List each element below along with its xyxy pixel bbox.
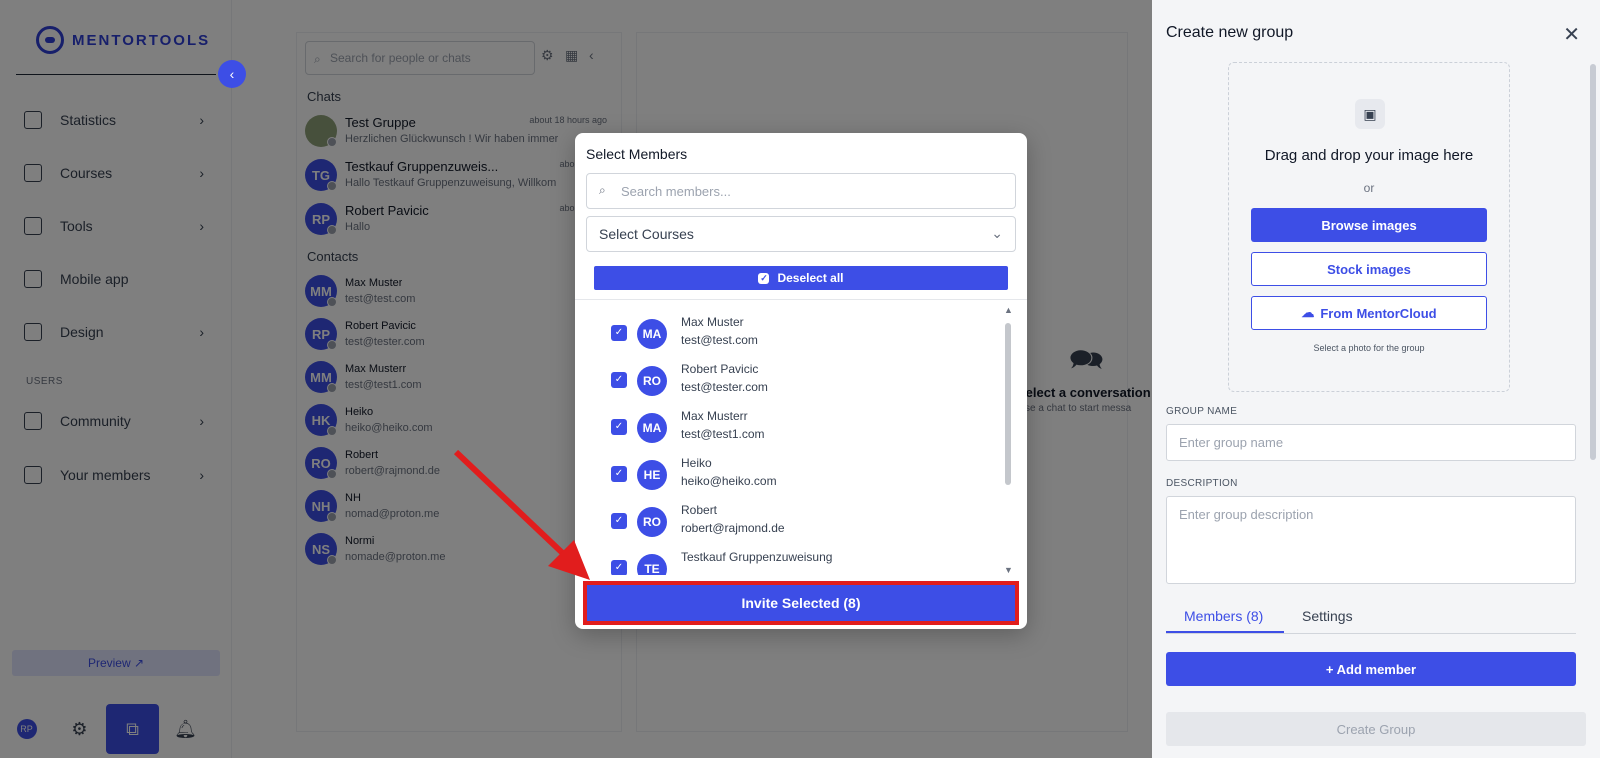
checkbox-icon: ✓: [758, 272, 770, 284]
add-member-button[interactable]: + Add member: [1166, 652, 1576, 686]
search-icon: ⌕: [599, 183, 606, 197]
description-textarea[interactable]: Enter group description: [1166, 496, 1576, 584]
member-search-input[interactable]: Search members...: [586, 173, 1016, 209]
member-checkbox[interactable]: ✓: [611, 419, 627, 435]
member-checkbox[interactable]: ✓: [611, 325, 627, 341]
member-email: test@test1.com: [681, 427, 765, 441]
avatar: TE: [637, 554, 667, 575]
active-tab-indicator: [1166, 631, 1284, 633]
member-row[interactable]: ✓ MA Max Musterr test@test1.com: [611, 407, 991, 453]
browse-images-button[interactable]: Browse images: [1251, 208, 1487, 242]
collapse-sidebar-button[interactable]: ‹: [218, 60, 246, 88]
tab-settings[interactable]: Settings: [1302, 608, 1353, 624]
avatar: HE: [637, 460, 667, 490]
member-name: Max Musterr: [681, 409, 748, 423]
deselect-all-button[interactable]: ✓ Deselect all: [594, 266, 1008, 290]
member-email: robert@rajmond.de: [681, 521, 785, 535]
description-label: DESCRIPTION: [1166, 478, 1238, 489]
member-email: test@test.com: [681, 333, 758, 347]
member-row[interactable]: ✓ RO Robert robert@rajmond.de: [611, 501, 991, 547]
member-checkbox[interactable]: ✓: [611, 513, 627, 529]
scroll-down-arrow-icon[interactable]: ▼: [1004, 565, 1013, 575]
group-name-input[interactable]: Enter group name: [1166, 424, 1576, 461]
scroll-up-arrow-icon[interactable]: ▲: [1004, 305, 1013, 315]
member-name: Heiko: [681, 456, 712, 470]
member-list: ✓ MA Max Muster test@test.com ✓ RO Rober…: [575, 305, 1027, 575]
member-checkbox[interactable]: ✓: [611, 372, 627, 388]
select-courses-value: Select Courses: [599, 226, 694, 242]
member-row[interactable]: ✓ RO Robert Pavicic test@tester.com: [611, 360, 991, 406]
image-icon: ▣: [1355, 99, 1385, 129]
close-icon[interactable]: ✕: [1563, 22, 1580, 47]
member-name: Testkauf Gruppenzuweisung: [681, 550, 833, 564]
dropzone-text: Drag and drop your image here: [1264, 147, 1474, 164]
member-row[interactable]: ✓ MA Max Muster test@test.com: [611, 313, 991, 359]
create-group-button[interactable]: Create Group: [1166, 712, 1586, 746]
drawer-title: Create new group: [1166, 24, 1294, 41]
member-row[interactable]: ✓ TE Testkauf Gruppenzuweisung: [611, 548, 991, 575]
divider: [575, 299, 1027, 300]
group-name-label: GROUP NAME: [1166, 406, 1238, 417]
image-dropzone[interactable]: ▣ Drag and drop your image here or Brows…: [1228, 62, 1510, 392]
avatar: RO: [637, 366, 667, 396]
select-members-modal: Select Members Search members... ⌕ Selec…: [575, 133, 1027, 629]
member-name: Robert Pavicic: [681, 362, 759, 376]
member-name: Robert: [681, 503, 718, 517]
drawer-tabs: Members (8) Settings: [1166, 604, 1576, 634]
cloud-icon: ☁: [1301, 305, 1315, 320]
member-checkbox[interactable]: ✓: [611, 560, 627, 575]
avatar: MA: [637, 319, 667, 349]
member-list-scrollbar[interactable]: [1005, 323, 1011, 485]
stock-images-button[interactable]: Stock images: [1251, 252, 1487, 286]
modal-title: Select Members: [586, 146, 688, 162]
avatar: MA: [637, 413, 667, 443]
tab-members[interactable]: Members (8): [1184, 608, 1263, 624]
deselect-all-label: Deselect all: [777, 271, 844, 285]
create-group-drawer: Create new group ✕ ▣ Drag and drop your …: [1152, 0, 1600, 758]
chevron-down-icon: ⌄: [991, 225, 1003, 241]
from-mentorcloud-label: From MentorCloud: [1320, 305, 1437, 321]
drawer-scrollbar[interactable]: [1590, 64, 1596, 460]
dropzone-or: or: [1363, 181, 1375, 195]
member-email: heiko@heiko.com: [681, 474, 777, 488]
avatar: RO: [637, 507, 667, 537]
member-row[interactable]: ✓ HE Heiko heiko@heiko.com: [611, 454, 991, 500]
member-email: test@tester.com: [681, 380, 768, 394]
dropzone-hint: Select a photo for the group: [1313, 343, 1425, 353]
from-mentorcloud-button[interactable]: ☁ From MentorCloud: [1251, 296, 1487, 330]
invite-selected-button[interactable]: Invite Selected (8): [583, 581, 1019, 625]
select-courses-dropdown[interactable]: Select Courses ⌄: [586, 216, 1016, 252]
member-name: Max Muster: [681, 315, 744, 329]
member-checkbox[interactable]: ✓: [611, 466, 627, 482]
